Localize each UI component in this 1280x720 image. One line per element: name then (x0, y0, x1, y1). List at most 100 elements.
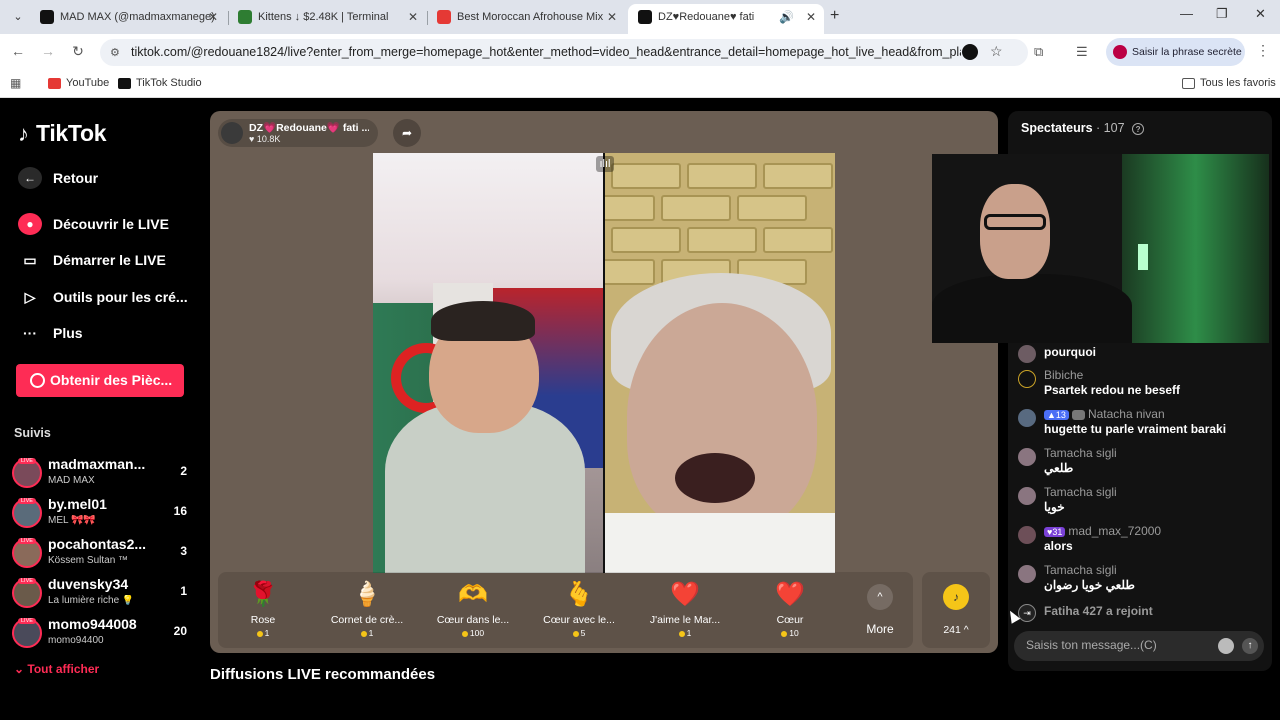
following-item[interactable]: LIVE by.mel01 MEL 🎀🎀 16 (12, 496, 192, 532)
sidebar-item-start-live[interactable]: ▭ Démarrer le LIVE (18, 246, 166, 274)
coin-balance-button[interactable]: ♪ 241 ^ (922, 572, 990, 648)
chat-username[interactable]: ♥31 mad_max_72000 (1044, 524, 1161, 538)
bookmarks-bar: ▦ YouTube TikTok Studio Tous les favoris (0, 70, 1280, 98)
sidebar-item-label: Démarrer le LIVE (53, 252, 166, 268)
video-stream[interactable]: ılıl (373, 153, 835, 573)
chat-text: alors (1044, 539, 1073, 553)
avatar (1018, 448, 1036, 466)
live-badge: LIVE (18, 578, 36, 584)
browser-tab-active[interactable]: DZ♥Redouane♥ fati 🔊 ✕ (628, 4, 824, 34)
profile-button[interactable]: Saisir la phrase secrète (1106, 38, 1245, 66)
info-icon[interactable]: ? (1132, 123, 1145, 135)
gift-price: 1 (322, 628, 412, 638)
browser-tab-2[interactable]: Kittens ↓ $2.48K | Terminal ✕ (228, 4, 426, 34)
guest-video-left (373, 153, 603, 573)
avatar: LIVE (12, 498, 42, 528)
heart-icon: ♥ (249, 134, 255, 144)
live-stream-card: DZ💗Redouane💗 fati ... ♥ 10.8K ➦ ılıl 🌹 R… (210, 111, 998, 653)
close-icon[interactable]: ✕ (806, 4, 816, 30)
brick-decoration (687, 227, 757, 253)
chat-username[interactable]: Tamacha sigli (1044, 485, 1117, 499)
close-icon[interactable]: ✕ (408, 4, 418, 30)
bookmark-tiktok-studio[interactable]: TikTok Studio (118, 77, 202, 89)
bookmark-youtube[interactable]: YouTube (48, 77, 109, 89)
site-info-icon[interactable]: ⚙ (110, 46, 120, 59)
following-item[interactable]: LIVE pocahontas2... Kössem Sultan ™ 3 (12, 536, 192, 572)
following-name: madmaxman... (48, 456, 146, 472)
back-arrow-icon[interactable]: ← (8, 43, 28, 59)
host-info[interactable]: DZ💗Redouane💗 fati ... ♥ 10.8K (218, 119, 378, 147)
tiktok-extension-icon[interactable] (962, 44, 978, 60)
get-coins-button[interactable]: Obtenir des Pièc... (16, 364, 184, 397)
emoji-icon[interactable] (1218, 638, 1234, 654)
extensions-icon[interactable]: ⧉ (1034, 44, 1043, 60)
speaker-icon[interactable]: 🔊 (779, 4, 794, 30)
browser-tab-1[interactable]: MAD MAX (@madmaxmanege) ✕ (30, 4, 226, 34)
gift-name: Cœur dans le... (436, 614, 510, 626)
tiktok-logo[interactable]: ♪ TikTok (18, 120, 107, 147)
join-notice-text: Fatiha 427 a rejoint (1044, 604, 1153, 618)
following-item[interactable]: LIVE duvensky34 La lumière riche 💡 1 (12, 576, 192, 612)
window-close-icon[interactable]: ✕ (1255, 6, 1266, 22)
all-bookmarks-folder[interactable]: Tous les favoris (1182, 77, 1276, 89)
chat-text: hugette tu parle vraiment baraki (1044, 422, 1227, 436)
bookmark-star-icon[interactable]: ☆ (990, 43, 1003, 60)
bookmark-label: TikTok Studio (136, 77, 202, 89)
following-subtitle: MEL 🎀🎀 (48, 515, 96, 526)
sidebar-item-discover-live[interactable]: ● Découvrir le LIVE (18, 210, 169, 238)
share-icon[interactable]: ➦ (393, 119, 421, 147)
back-button[interactable]: ← Retour (18, 164, 98, 192)
following-subtitle: La lumière riche 💡 (48, 595, 135, 606)
youtube-icon (48, 78, 61, 89)
gift-price: 1 (640, 628, 730, 638)
ellipsis-icon: ··· (23, 325, 37, 341)
close-icon[interactable]: ✕ (208, 4, 218, 30)
bookmark-label: YouTube (66, 77, 110, 89)
gift-item[interactable]: 🫰 Cœur avec le... 5 (534, 572, 624, 648)
apps-grid-icon[interactable]: ▦ (10, 76, 21, 90)
host-likes: ♥ 10.8K (249, 134, 280, 144)
maximize-icon[interactable]: ❐ (1216, 6, 1228, 22)
forward-arrow-icon[interactable]: → (38, 43, 58, 59)
viewers-header[interactable]: Spectateurs · 107 ? (1021, 121, 1145, 135)
chat-username[interactable]: Tamacha sigli (1044, 563, 1117, 577)
following-subtitle: momo94400 (48, 635, 104, 646)
browser-tab-3[interactable]: Best Moroccan Afrohouse Mix ✕ (427, 4, 625, 34)
rose-icon: 🌹 (248, 581, 278, 608)
more-gifts-button[interactable]: ^ More (850, 572, 910, 648)
send-arrow-icon[interactable]: ↑ (1242, 638, 1258, 654)
chat-username[interactable]: ▲13 Natacha nivan (1044, 407, 1165, 421)
following-item[interactable]: LIVE madmaxman... MAD MAX 2 (12, 456, 192, 492)
chat-input-box[interactable]: ↑ (1014, 631, 1264, 661)
recommended-title: Diffusions LIVE recommandées (210, 666, 436, 683)
reload-icon[interactable]: ↻ (68, 43, 88, 60)
avatar: LIVE (12, 538, 42, 568)
following-item[interactable]: LIVE momo944008 momo94400 20 (12, 616, 192, 652)
new-tab-plus-icon[interactable]: + (830, 7, 839, 25)
url-text[interactable]: tiktok.com/@redouane1824/live?enter_from… (131, 45, 961, 59)
gift-item[interactable]: 🫶 Cœur dans le... 100 (428, 572, 518, 648)
close-icon[interactable]: ✕ (607, 4, 617, 30)
show-all-link[interactable]: ⌄ Tout afficher (14, 662, 99, 676)
chat-text: خويا (1044, 500, 1065, 514)
chat-username[interactable]: Tamacha sigli (1044, 446, 1117, 460)
sidebar-item-creator-tools[interactable]: ▷ Outils pour les cré... (18, 283, 188, 311)
tiktok-favicon-icon (40, 10, 54, 24)
gift-item[interactable]: 🌹 Rose 1 (218, 572, 308, 648)
sidebar-item-label: Découvrir le LIVE (53, 216, 169, 232)
media-control-icon[interactable]: ☰ (1076, 44, 1088, 60)
gift-item[interactable]: ❤️ J'aime le Mar... 1 (640, 572, 730, 648)
minimize-icon[interactable]: — (1180, 6, 1193, 21)
sidebar-item-more[interactable]: ··· Plus (18, 319, 83, 347)
following-count: 1 (180, 584, 187, 598)
tab-search-icon[interactable]: ⌄ (8, 7, 28, 27)
gift-item[interactable]: ❤️ Cœur 10 (745, 572, 835, 648)
gift-item[interactable]: 🍦 Cornet de crè... 1 (322, 572, 412, 648)
chat-username[interactable]: Bibiche (1044, 368, 1083, 382)
host-likes-value: 10.8K (256, 134, 281, 144)
chat-text: طلعي (1044, 461, 1074, 475)
audio-bars-icon[interactable]: ılıl (596, 156, 614, 172)
browser-menu-icon[interactable]: ⋮ (1256, 42, 1270, 59)
url-bar[interactable]: ⚙ tiktok.com/@redouane1824/live?enter_fr… (100, 39, 1028, 66)
chat-message-input[interactable] (1026, 638, 1206, 652)
